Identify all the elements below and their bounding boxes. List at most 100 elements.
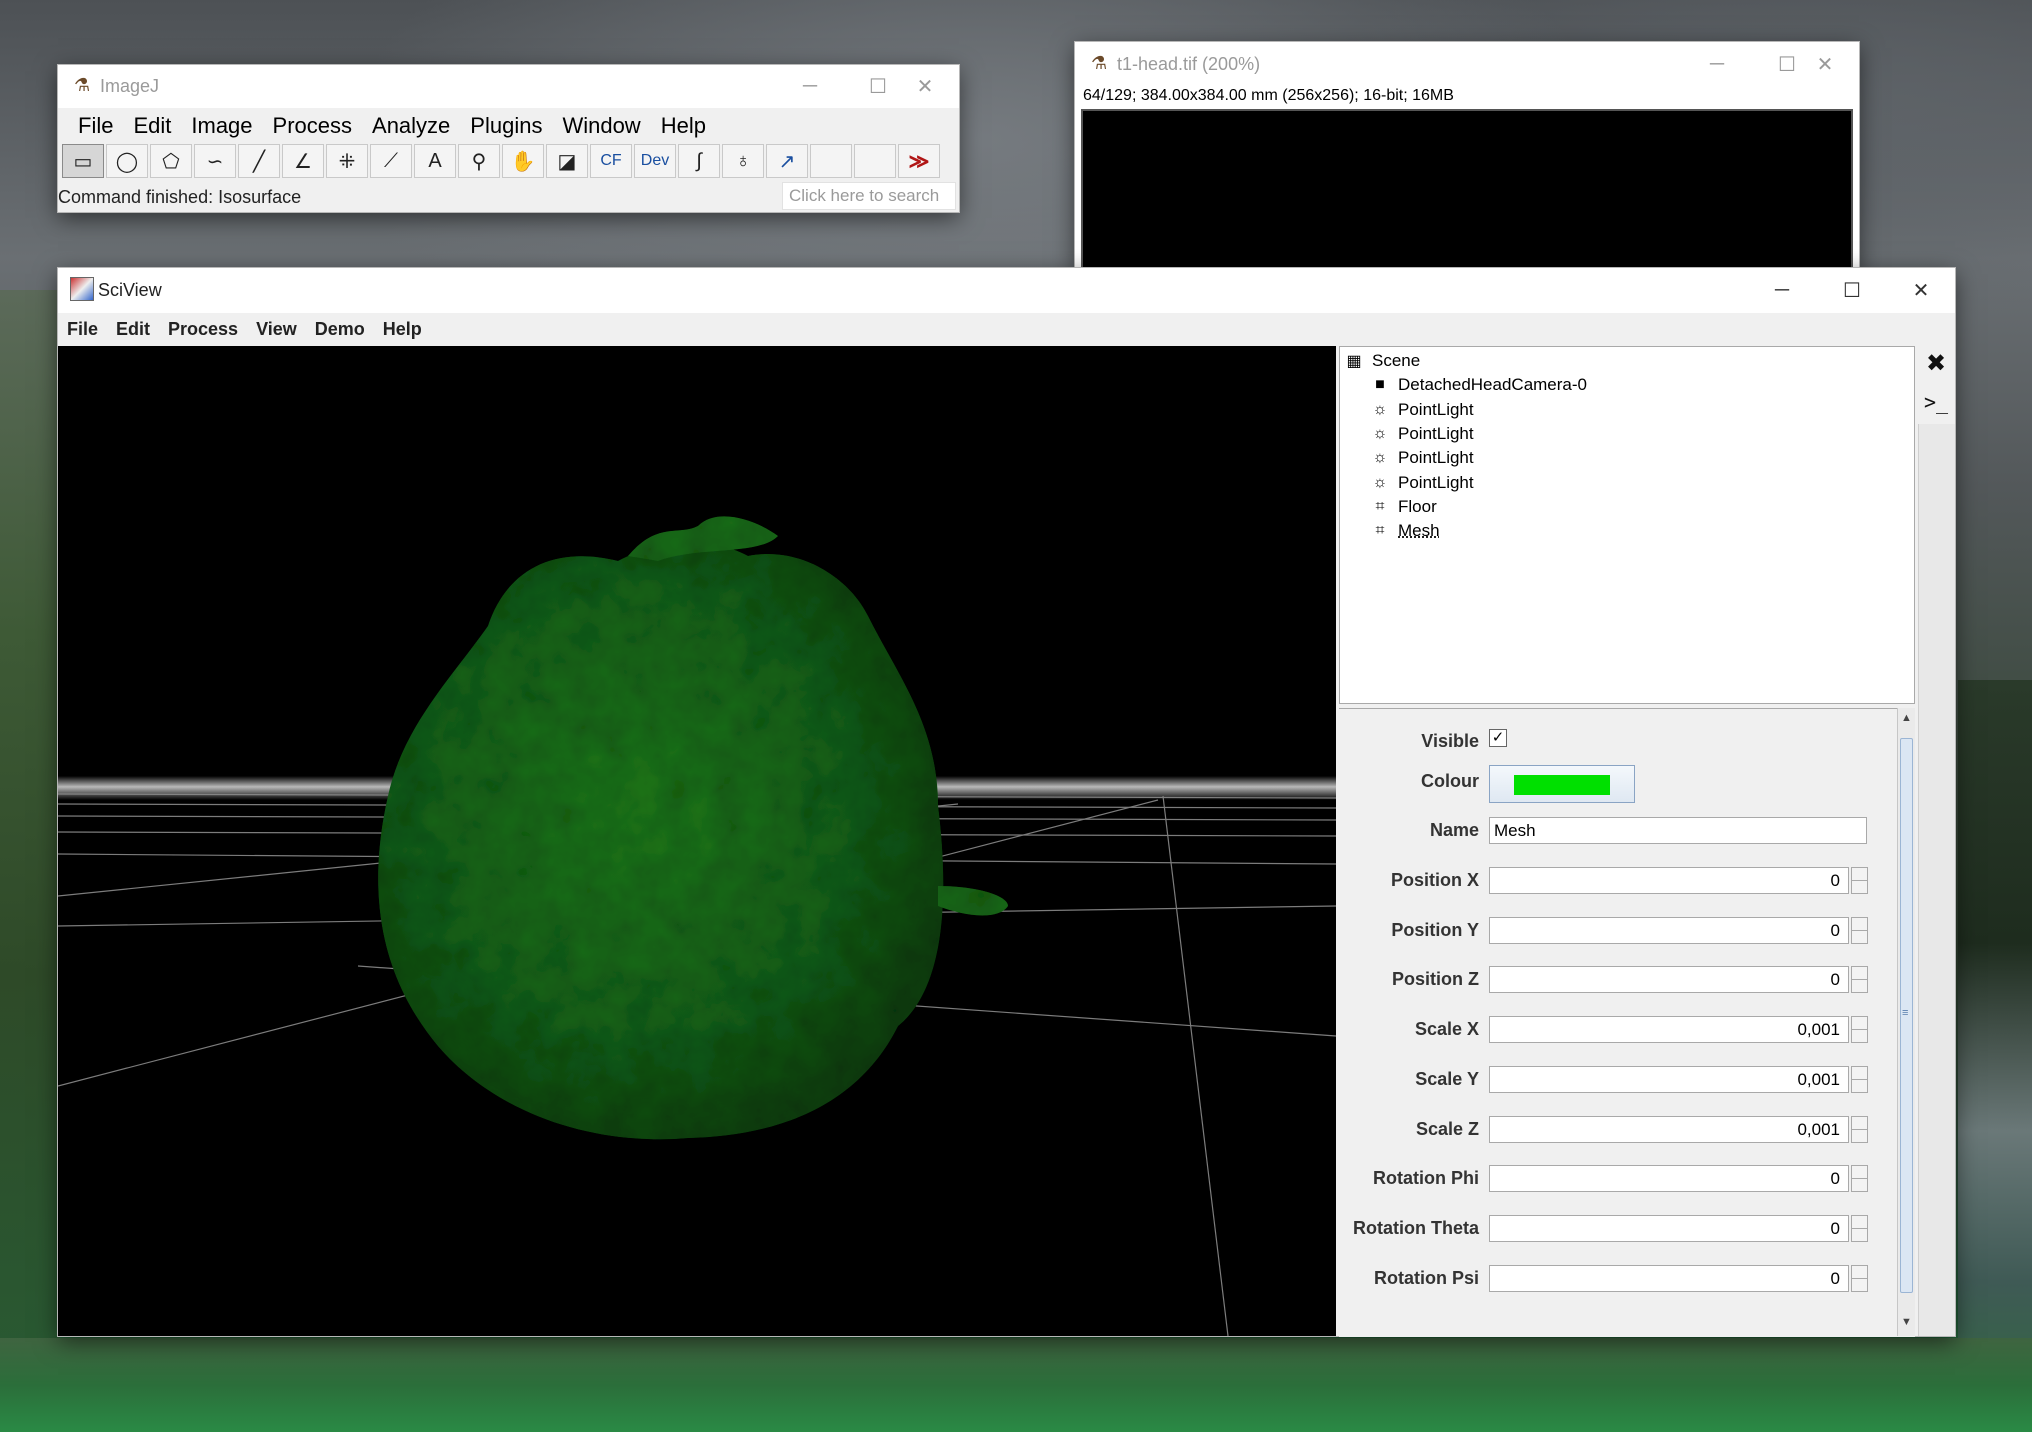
- image-info: 64/129; 384.00x384.00 mm (256x256); 16-b…: [1083, 87, 1454, 104]
- menu-window[interactable]: Window: [552, 110, 650, 142]
- blank-tool-1[interactable]: [810, 144, 852, 178]
- spinner-icon[interactable]: [1851, 1264, 1868, 1292]
- wand-tool-icon[interactable]: ⟋: [370, 144, 412, 178]
- property-field[interactable]: 0,001: [1489, 1115, 1849, 1143]
- spinner-icon[interactable]: [1851, 1165, 1868, 1193]
- magnifier-tool-icon[interactable]: ⚲: [458, 144, 500, 178]
- property-label: Rotation Phi: [1373, 1168, 1479, 1189]
- minimize-icon[interactable]: ─: [776, 65, 844, 108]
- blank-tool-2[interactable]: [854, 144, 896, 178]
- spinner-icon[interactable]: [1851, 1115, 1868, 1143]
- tools-icon[interactable]: ✖: [1922, 350, 1950, 378]
- tree-node[interactable]: ☼ PointLight: [1370, 448, 1474, 468]
- property-field[interactable]: 0: [1489, 1165, 1849, 1193]
- search-input[interactable]: Click here to search: [782, 182, 956, 210]
- image-title: t1-head.tif (200%): [1117, 54, 1261, 74]
- colour-button[interactable]: [1489, 765, 1635, 803]
- polygon-tool-icon[interactable]: ⬠: [150, 144, 192, 178]
- spinner-icon[interactable]: [1851, 1214, 1868, 1242]
- tree-node-label: PointLight: [1398, 399, 1474, 419]
- menu-edit[interactable]: Edit: [107, 313, 159, 346]
- 3d-viewport[interactable]: [58, 346, 1336, 1336]
- multipoint-tool-icon[interactable]: ⁜: [326, 144, 368, 178]
- hand-tool-icon[interactable]: ✋: [502, 144, 544, 178]
- minimize-icon[interactable]: ─: [1748, 268, 1816, 313]
- minimize-icon[interactable]: ─: [1683, 42, 1751, 86]
- property-row: Scale Y 0,001: [1339, 1061, 1879, 1097]
- property-field[interactable]: 0: [1489, 1264, 1849, 1292]
- console-icon[interactable]: >_: [1922, 388, 1950, 416]
- angle-tool-icon[interactable]: ∠: [282, 144, 324, 178]
- image-canvas[interactable]: [1081, 109, 1853, 272]
- oval-tool-icon[interactable]: ◯: [106, 144, 148, 178]
- imagej-titlebar[interactable]: ⚗ ImageJ ─ ☐ ✕: [58, 65, 959, 108]
- property-field[interactable]: 0: [1489, 916, 1849, 944]
- tree-node[interactable]: ■ DetachedHeadCamera-0: [1370, 375, 1587, 395]
- name-label: Name: [1429, 820, 1479, 840]
- light-icon: ☼: [1372, 449, 1388, 467]
- arrow-tool-icon[interactable]: ↗: [766, 144, 808, 178]
- menu-plugins[interactable]: Plugins: [460, 110, 552, 142]
- menu-process[interactable]: Process: [159, 313, 247, 346]
- spinner-icon[interactable]: [1851, 1065, 1868, 1093]
- pencil-tool-icon[interactable]: ∫: [678, 144, 720, 178]
- menu-file[interactable]: File: [68, 110, 123, 142]
- property-label: Rotation Theta: [1353, 1217, 1479, 1238]
- menu-file[interactable]: File: [58, 313, 107, 346]
- dev-tool-icon[interactable]: Dev: [634, 144, 676, 178]
- tree-node[interactable]: ⌗ Mesh: [1370, 521, 1439, 541]
- tree-node[interactable]: ☼ PointLight: [1370, 400, 1474, 420]
- menu-process[interactable]: Process: [263, 110, 362, 142]
- property-field[interactable]: 0: [1489, 1214, 1849, 1242]
- light-icon: ☼: [1372, 400, 1388, 418]
- imagej-menubar: File Edit Image Process Analyze Plugins Window…: [68, 110, 716, 142]
- more-tools-icon[interactable]: ≫: [898, 144, 940, 178]
- property-field[interactable]: 0: [1489, 966, 1849, 994]
- sciview-titlebar[interactable]: SciView ─ ☐ ✕: [58, 268, 1955, 313]
- imagej-toolbar: ▭ ◯ ⬠ ∽ ╱ ∠ ⁜ ⟋ A ⚲ ✋ ◪ CF Dev ∫ ♁ ↗ ≫: [62, 144, 942, 180]
- property-field[interactable]: 0: [1489, 867, 1849, 894]
- property-row: Position Z 0: [1339, 961, 1879, 997]
- tree-node[interactable]: ▦ Scene: [1344, 351, 1420, 371]
- menu-analyze[interactable]: Analyze: [362, 110, 460, 142]
- color-picker-icon[interactable]: ◪: [546, 144, 588, 178]
- scroll-up-icon[interactable]: ▲: [1901, 712, 1912, 724]
- menu-help[interactable]: Help: [374, 313, 431, 346]
- scroll-thumb[interactable]: ≡: [1900, 738, 1913, 1293]
- rectangle-tool-icon[interactable]: ▭: [62, 144, 104, 178]
- colour-swatch: [1514, 775, 1610, 795]
- text-tool-icon[interactable]: A: [414, 144, 456, 178]
- menu-view[interactable]: View: [247, 313, 306, 346]
- sidebar-toolstrip: ✖ >_: [1918, 346, 1955, 1336]
- close-icon[interactable]: ✕: [1791, 42, 1859, 86]
- freehand-tool-icon[interactable]: ∽: [194, 144, 236, 178]
- visible-label: Visible: [1421, 731, 1479, 751]
- name-field[interactable]: Mesh: [1489, 817, 1867, 844]
- menu-image[interactable]: Image: [181, 110, 262, 142]
- menu-edit[interactable]: Edit: [123, 110, 181, 142]
- spinner-icon[interactable]: [1851, 867, 1868, 894]
- menu-demo[interactable]: Demo: [306, 313, 374, 346]
- tree-node[interactable]: ⌗ Floor: [1370, 497, 1436, 517]
- maximize-icon[interactable]: ☐: [1818, 268, 1886, 313]
- spinner-icon[interactable]: [1851, 916, 1868, 944]
- visible-checkbox[interactable]: ✓: [1489, 729, 1507, 747]
- cf-tool-icon[interactable]: CF: [590, 144, 632, 178]
- property-label: Scale Y: [1415, 1068, 1479, 1089]
- properties-scrollbar[interactable]: ▲ ≡ ▼: [1897, 708, 1915, 1336]
- image-window: ⚗ t1-head.tif (200%) ─ ☐ ✕ 64/129; 384.0…: [1075, 42, 1859, 272]
- image-titlebar[interactable]: ⚗ t1-head.tif (200%) ─ ☐ ✕: [1075, 42, 1859, 86]
- close-icon[interactable]: ✕: [1887, 268, 1955, 313]
- tree-node[interactable]: ☼ PointLight: [1370, 424, 1474, 444]
- spinner-icon[interactable]: [1851, 1016, 1868, 1044]
- tree-node[interactable]: ☼ PointLight: [1370, 473, 1474, 493]
- close-icon[interactable]: ✕: [891, 65, 959, 108]
- tree-node-label: Scene: [1372, 351, 1421, 370]
- spinner-icon[interactable]: [1851, 966, 1868, 994]
- property-field[interactable]: 0,001: [1489, 1065, 1849, 1093]
- flood-fill-icon[interactable]: ♁: [722, 144, 764, 178]
- line-tool-icon[interactable]: ╱: [238, 144, 280, 178]
- property-field[interactable]: 0,001: [1489, 1016, 1849, 1044]
- menu-help[interactable]: Help: [651, 110, 716, 142]
- scroll-down-icon[interactable]: ▼: [1901, 1316, 1912, 1328]
